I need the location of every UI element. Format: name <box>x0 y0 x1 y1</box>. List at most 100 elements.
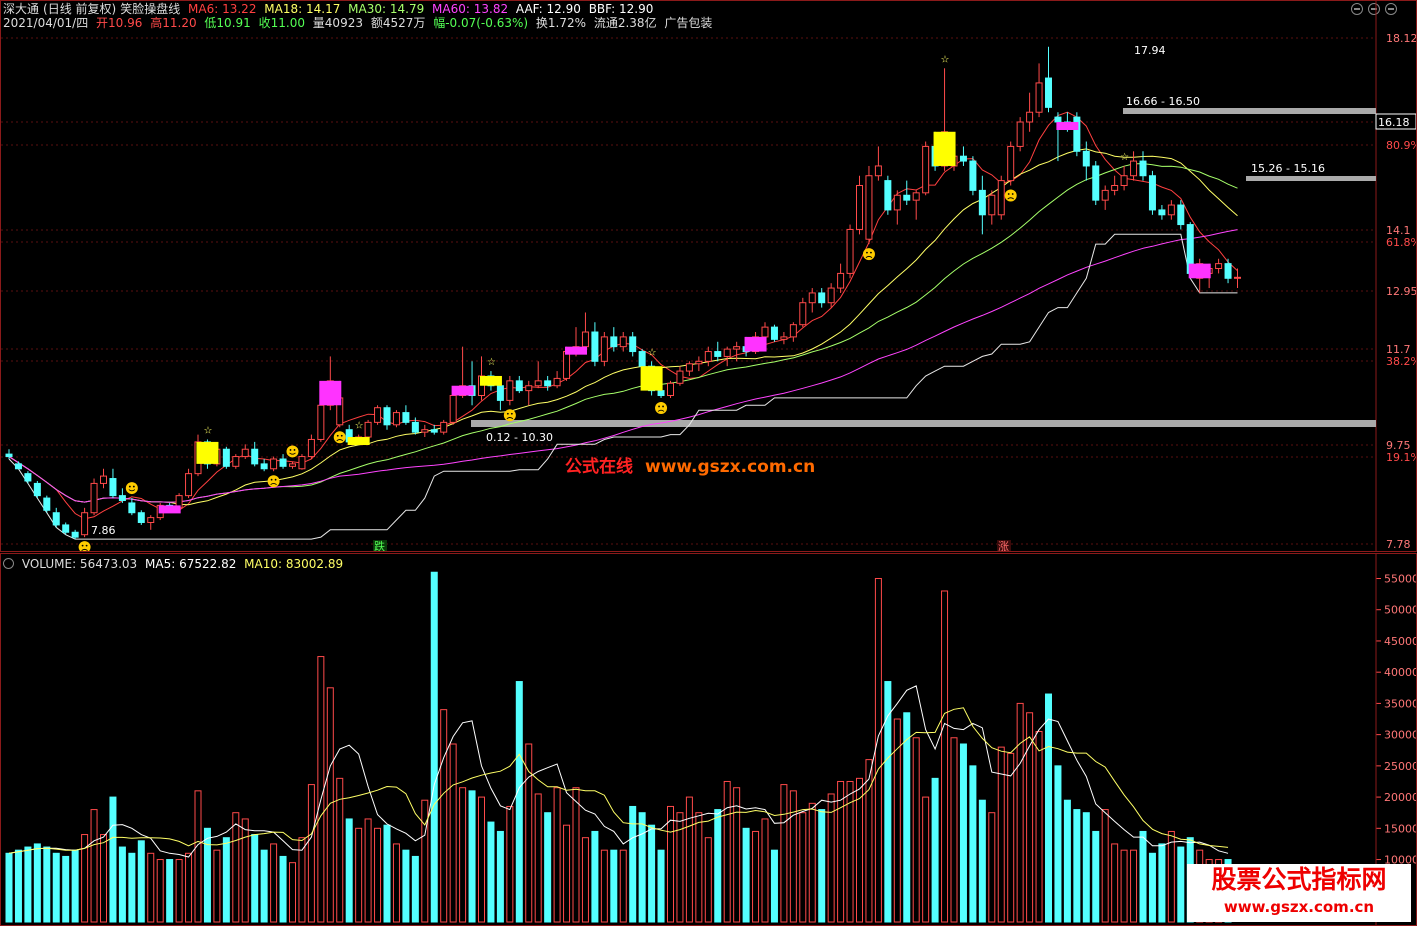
candle[interactable] <box>846 224 854 279</box>
candle[interactable] <box>714 341 722 362</box>
candle[interactable] <box>856 175 863 235</box>
candle[interactable] <box>1026 92 1034 132</box>
candle[interactable] <box>1158 205 1166 220</box>
candle[interactable] <box>1224 258 1232 284</box>
candle[interactable] <box>1167 200 1175 220</box>
candle[interactable] <box>988 190 996 225</box>
candle[interactable] <box>959 146 967 166</box>
candle[interactable] <box>1045 46 1052 113</box>
candle[interactable] <box>90 478 98 516</box>
candle[interactable] <box>232 454 240 469</box>
candle[interactable] <box>1054 112 1062 162</box>
candle[interactable] <box>978 175 986 235</box>
candle[interactable] <box>52 507 60 528</box>
candle[interactable] <box>185 468 193 499</box>
candle[interactable] <box>874 146 882 181</box>
candle[interactable] <box>581 312 589 352</box>
candle[interactable] <box>279 454 287 469</box>
volume-bar <box>156 859 164 923</box>
candle[interactable] <box>241 444 249 459</box>
candle[interactable] <box>799 297 807 328</box>
candle[interactable] <box>969 156 977 196</box>
candle[interactable] <box>128 498 136 516</box>
volume-bar <box>1111 843 1119 923</box>
candle[interactable] <box>525 380 533 406</box>
candle[interactable] <box>912 190 920 220</box>
candle[interactable] <box>1139 151 1147 181</box>
candle[interactable] <box>610 327 618 352</box>
candle[interactable] <box>298 454 306 470</box>
candle[interactable] <box>922 141 930 196</box>
candle[interactable] <box>723 346 731 367</box>
candle[interactable] <box>1082 141 1090 181</box>
candle[interactable] <box>1120 165 1128 191</box>
candle[interactable] <box>33 480 41 499</box>
candle[interactable] <box>808 288 816 313</box>
candle[interactable] <box>392 410 400 428</box>
candle[interactable] <box>676 366 684 386</box>
candle[interactable] <box>430 424 438 435</box>
volume-bar <box>563 824 571 923</box>
candle[interactable] <box>1092 161 1100 206</box>
candle[interactable] <box>1073 112 1081 157</box>
candle[interactable] <box>1101 185 1109 210</box>
candle[interactable] <box>270 456 278 472</box>
candle[interactable] <box>1177 200 1185 230</box>
candle[interactable] <box>770 324 778 342</box>
candle[interactable] <box>118 488 126 503</box>
volume-bar <box>411 855 419 923</box>
candle[interactable] <box>100 468 107 489</box>
candle[interactable] <box>374 405 382 425</box>
candle[interactable] <box>1016 117 1024 152</box>
candle[interactable] <box>789 322 797 342</box>
candle[interactable] <box>421 424 429 438</box>
candle[interactable] <box>865 165 873 245</box>
candle[interactable] <box>440 419 448 435</box>
candle[interactable] <box>544 375 552 391</box>
candle[interactable] <box>109 468 117 499</box>
candle[interactable] <box>893 190 901 225</box>
candle[interactable] <box>685 361 693 376</box>
candle[interactable] <box>553 371 561 389</box>
candle[interactable] <box>1234 268 1241 289</box>
candle[interactable] <box>827 283 835 308</box>
candle[interactable] <box>534 361 542 389</box>
candle[interactable] <box>629 332 637 357</box>
candle[interactable] <box>837 263 845 293</box>
candle[interactable] <box>383 405 391 430</box>
candle[interactable] <box>1148 170 1156 215</box>
candle[interactable] <box>1007 141 1015 186</box>
candle[interactable] <box>260 458 268 472</box>
candle[interactable] <box>1111 175 1119 196</box>
candle[interactable] <box>468 361 476 406</box>
candle[interactable] <box>506 375 514 406</box>
candle[interactable] <box>667 380 674 398</box>
candle[interactable] <box>307 434 315 459</box>
candle[interactable] <box>402 405 410 425</box>
candle[interactable] <box>818 288 826 308</box>
candle[interactable] <box>24 471 32 484</box>
candle[interactable] <box>147 515 155 530</box>
candle[interactable] <box>449 390 457 425</box>
candle[interactable] <box>704 346 712 367</box>
candle[interactable] <box>997 175 1005 220</box>
candle[interactable] <box>780 332 788 345</box>
candle[interactable] <box>81 507 89 538</box>
candle[interactable] <box>591 322 599 367</box>
candle[interactable] <box>14 461 22 470</box>
candle[interactable] <box>600 332 608 367</box>
candle[interactable] <box>515 375 523 394</box>
candle[interactable] <box>1130 151 1138 181</box>
candle[interactable] <box>638 349 646 369</box>
candle[interactable] <box>1035 63 1043 118</box>
candle[interactable] <box>364 419 372 440</box>
candle[interactable] <box>884 175 892 215</box>
candle[interactable] <box>1215 258 1223 274</box>
volume-bar <box>1158 843 1166 923</box>
candle[interactable] <box>251 441 259 467</box>
candle[interactable] <box>903 180 911 206</box>
candle[interactable] <box>137 510 145 525</box>
candle[interactable] <box>222 446 230 469</box>
candle[interactable] <box>695 356 703 372</box>
candle[interactable] <box>43 495 51 513</box>
